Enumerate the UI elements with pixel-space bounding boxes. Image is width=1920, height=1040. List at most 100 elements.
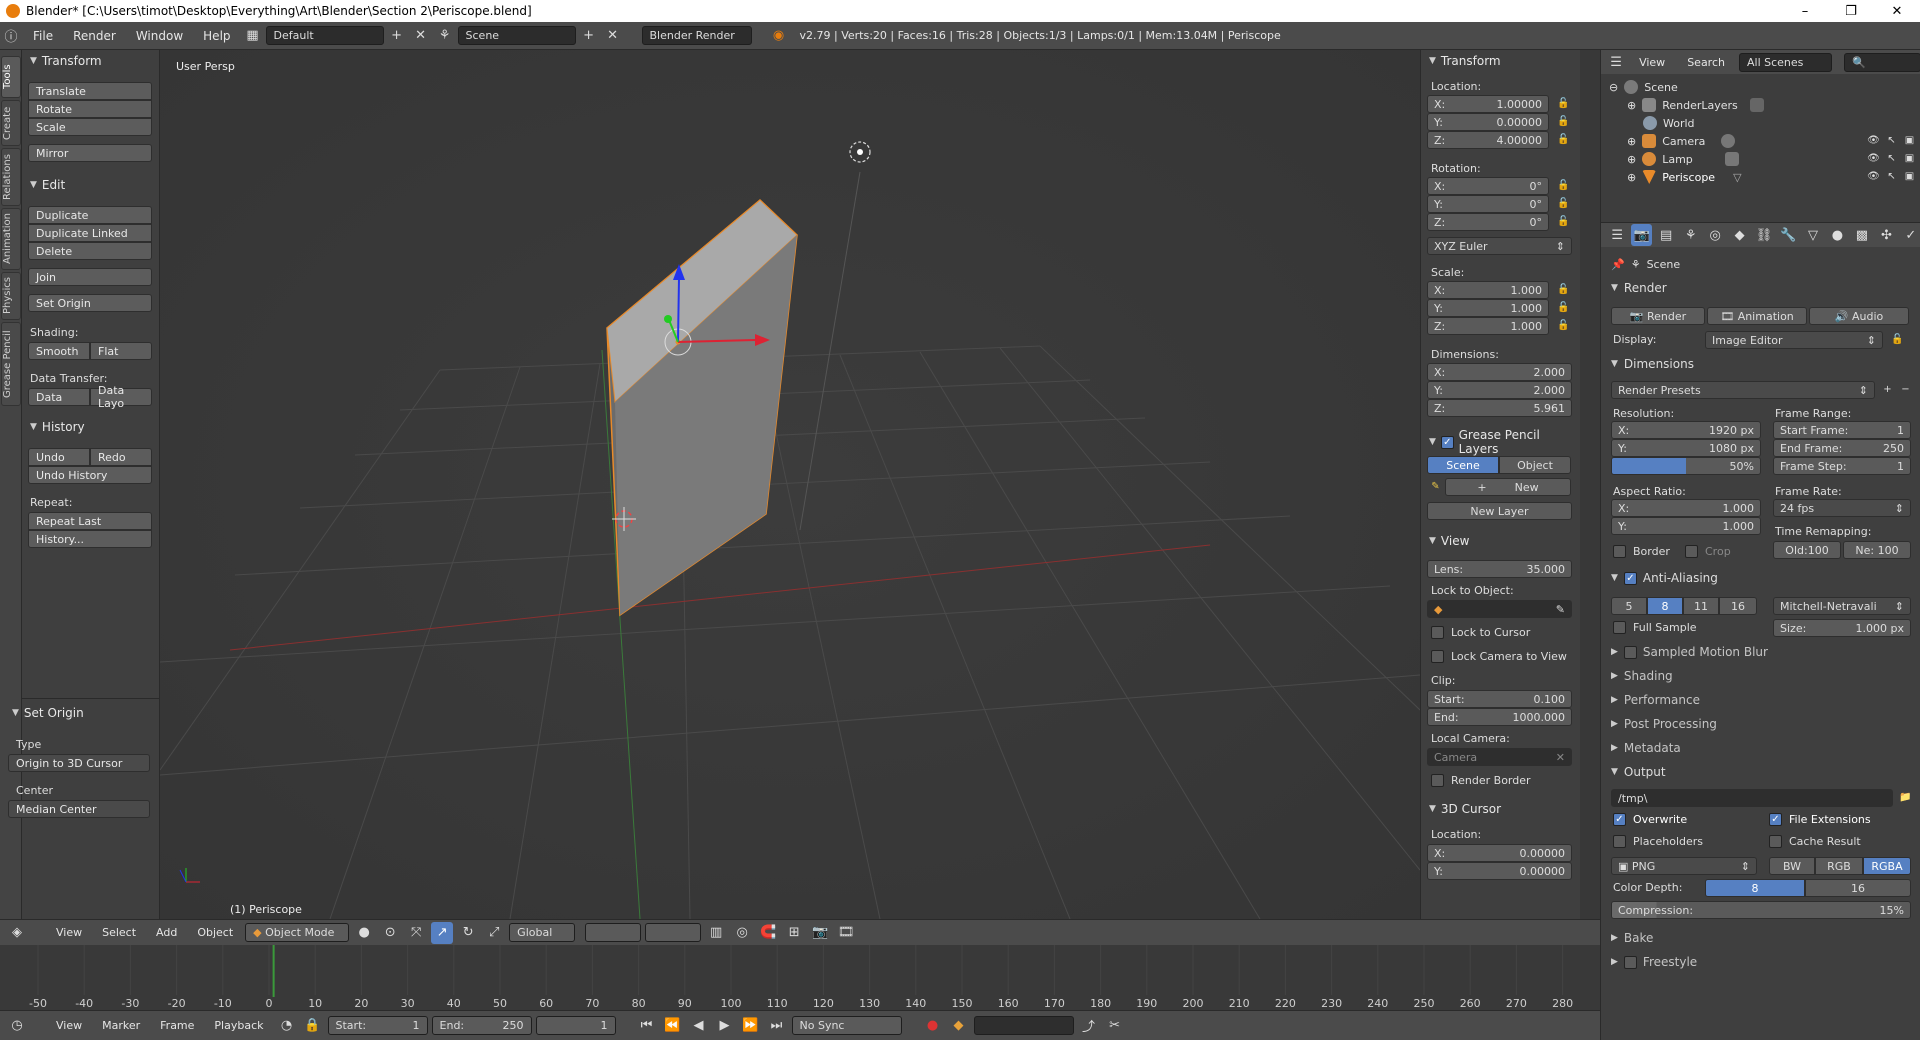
delete-keyframe-icon[interactable]: ✂ bbox=[1104, 1015, 1126, 1037]
scene-icon[interactable]: ⚘ bbox=[434, 25, 456, 47]
outliner-item-renderlayers[interactable]: ⊕ RenderLayers bbox=[1627, 96, 1764, 114]
aa-size-field[interactable]: Size: 1.000 px bbox=[1773, 619, 1911, 637]
file-extensions-checkbox[interactable]: ✓ bbox=[1769, 813, 1782, 826]
lock-frame-icon[interactable]: 🔒 bbox=[302, 1015, 324, 1037]
expand-icon[interactable]: ⊕ bbox=[1627, 99, 1636, 112]
cursor-y-field[interactable]: Y: 0.00000 bbox=[1427, 862, 1572, 880]
layout-selector[interactable]: Default bbox=[265, 26, 384, 45]
render-border-checkbox[interactable] bbox=[1431, 774, 1444, 787]
shading-section-header[interactable]: ▶ Shading bbox=[1611, 669, 1673, 683]
lock-rotation-z-icon[interactable]: 🔓 bbox=[1557, 215, 1570, 228]
history-button[interactable]: History... bbox=[28, 530, 152, 548]
tab-animation[interactable]: Animation bbox=[1, 208, 21, 270]
outliner-search-menu[interactable]: Search bbox=[1679, 56, 1733, 69]
grease-pencil-checkbox[interactable]: ✓ bbox=[1440, 435, 1454, 449]
play-reverse-icon[interactable]: ◀ bbox=[688, 1015, 710, 1037]
outliner-editor-icon[interactable]: ☰ bbox=[1607, 51, 1625, 73]
resolution-x-field[interactable]: X: 1920 px bbox=[1611, 421, 1761, 439]
timeline-ruler[interactable]: -50 -40 -30 -20 -10 0 10 20 30 40 50 60 70 80 90 100 110… bbox=[0, 945, 1600, 1010]
jump-start-icon[interactable]: ⏮ bbox=[636, 1015, 658, 1037]
z-manipulator-arrow[interactable] bbox=[677, 277, 680, 343]
opengl-render-icon[interactable]: 📷 bbox=[809, 922, 831, 944]
gp-new-button[interactable]: + New bbox=[1445, 478, 1571, 496]
data-context-icon[interactable]: ▽ bbox=[1803, 224, 1823, 246]
resolution-y-field[interactable]: Y: 1080 px bbox=[1611, 439, 1761, 457]
render-button[interactable]: 📷 Render bbox=[1611, 307, 1705, 325]
menu-render[interactable]: Render bbox=[64, 29, 125, 43]
lock-camera-checkbox[interactable] bbox=[1431, 650, 1444, 663]
freestyle-section-header[interactable]: ▶ Freestyle bbox=[1611, 955, 1697, 969]
motion-blur-checkbox[interactable] bbox=[1623, 645, 1637, 659]
physics-context-icon[interactable]: ✓ bbox=[1901, 224, 1920, 246]
render-camera-icon[interactable]: ▣ bbox=[1903, 170, 1916, 183]
outliner-search-field[interactable]: 🔍 bbox=[1844, 52, 1920, 72]
history-panel-header[interactable]: ▼ History bbox=[30, 420, 85, 434]
tab-relations[interactable]: Relations bbox=[1, 148, 21, 206]
cursor-x-field[interactable]: X: 0.00000 bbox=[1427, 844, 1572, 862]
render-presets-dropdown[interactable]: Render Presets ⇕ bbox=[1611, 381, 1875, 399]
render-camera-icon[interactable]: ▣ bbox=[1903, 152, 1916, 165]
screen-layout-icon[interactable]: ▦ bbox=[242, 25, 264, 47]
display-dropdown[interactable]: Image Editor ⇕ bbox=[1705, 331, 1883, 349]
overwrite-checkbox[interactable]: ✓ bbox=[1613, 813, 1626, 826]
minimize-button[interactable]: – bbox=[1782, 0, 1828, 22]
keying-set-icon[interactable]: ◆ bbox=[948, 1015, 970, 1037]
selectable-cursor-icon[interactable]: ↖ bbox=[1885, 170, 1898, 183]
color-depth-8-button[interactable]: 8 bbox=[1705, 879, 1805, 897]
lock-interface-icon[interactable]: 🔓 bbox=[1891, 333, 1904, 346]
expand-icon[interactable]: ⊕ bbox=[1627, 135, 1636, 148]
sync-mode-dropdown[interactable]: No Sync bbox=[791, 1016, 902, 1035]
outliner-item-world[interactable]: World bbox=[1643, 114, 1695, 132]
renderlayers-context-icon[interactable]: ▤ bbox=[1656, 224, 1676, 246]
timeline-editor-icon[interactable]: ◷ bbox=[6, 1015, 28, 1037]
material-context-icon[interactable]: ● bbox=[1827, 224, 1847, 246]
output-path-field[interactable]: /tmp\ bbox=[1611, 789, 1893, 807]
lens-field[interactable]: Lens: 35.000 bbox=[1427, 560, 1572, 578]
visibility-eye-icon[interactable]: 👁 bbox=[1867, 134, 1880, 147]
scene-context-icon[interactable]: ⚘ bbox=[1680, 224, 1700, 246]
post-processing-section-header[interactable]: ▶ Post Processing bbox=[1611, 717, 1717, 731]
output-section-header[interactable]: ▼ Output bbox=[1611, 765, 1666, 779]
bake-section-header[interactable]: ▶ Bake bbox=[1611, 931, 1653, 945]
info-editor-icon[interactable]: ⓘ bbox=[0, 25, 22, 47]
expand-icon[interactable]: ⊕ bbox=[1627, 153, 1636, 166]
view-panel-header[interactable]: ▼ View bbox=[1429, 534, 1469, 548]
particles-context-icon[interactable]: ✣ bbox=[1876, 224, 1896, 246]
color-depth-16-button[interactable]: 16 bbox=[1805, 879, 1911, 897]
add-preset-icon[interactable]: + bbox=[1881, 383, 1894, 396]
duplicate-button[interactable]: Duplicate bbox=[28, 206, 152, 224]
render-section-header[interactable]: ▼ Render bbox=[1611, 281, 1667, 295]
start-frame-field[interactable]: Start: 1 bbox=[327, 1016, 428, 1035]
time-remap-old-field[interactable]: Old:100 bbox=[1773, 541, 1841, 559]
world-context-icon[interactable]: ◎ bbox=[1705, 224, 1725, 246]
maximize-button[interactable]: ❐ bbox=[1828, 0, 1874, 22]
full-sample-checkbox[interactable] bbox=[1613, 621, 1626, 634]
scale-y-field[interactable]: Y: 1.000 bbox=[1427, 299, 1549, 317]
flat-shading-button[interactable]: Flat bbox=[90, 342, 152, 360]
timeline-view-menu[interactable]: View bbox=[48, 1019, 90, 1032]
rotation-y-field[interactable]: Y: 0° bbox=[1427, 195, 1549, 213]
performance-section-header[interactable]: ▶ Performance bbox=[1611, 693, 1700, 707]
jump-end-icon[interactable]: ⏭ bbox=[766, 1015, 788, 1037]
jump-keyframe-forward-icon[interactable]: ⏩ bbox=[740, 1015, 762, 1037]
pin-icon[interactable]: 📌 bbox=[1611, 258, 1625, 271]
rotation-z-field[interactable]: Z: 0° bbox=[1427, 213, 1549, 231]
jump-keyframe-back-icon[interactable]: ⏪ bbox=[662, 1015, 684, 1037]
file-format-dropdown[interactable]: ▣ PNG ⇕ bbox=[1611, 857, 1757, 875]
outliner-item-scene[interactable]: ⊖ Scene bbox=[1609, 78, 1678, 96]
layer-buttons-2[interactable] bbox=[645, 923, 702, 942]
metadata-section-header[interactable]: ▶ Metadata bbox=[1611, 741, 1681, 755]
color-rgba-button[interactable]: RGBA bbox=[1863, 857, 1911, 875]
viewport-scene[interactable] bbox=[160, 50, 1420, 919]
close-button[interactable]: ✕ bbox=[1874, 0, 1920, 22]
tab-tools[interactable]: Tools bbox=[1, 56, 21, 98]
pivot-point-icon[interactable]: ⊙ bbox=[379, 922, 401, 944]
dimensions-section-header[interactable]: ▼ Dimensions bbox=[1611, 357, 1694, 371]
aspect-y-field[interactable]: Y: 1.000 bbox=[1611, 517, 1761, 535]
selectable-cursor-icon[interactable]: ↖ bbox=[1885, 152, 1898, 165]
play-icon[interactable]: ▶ bbox=[714, 1015, 736, 1037]
border-checkbox[interactable] bbox=[1613, 545, 1626, 558]
lock-scale-z-icon[interactable]: 🔓 bbox=[1557, 319, 1570, 332]
local-camera-field[interactable]: Camera ✕ bbox=[1427, 748, 1572, 766]
add-layout-icon[interactable]: + bbox=[386, 25, 408, 47]
